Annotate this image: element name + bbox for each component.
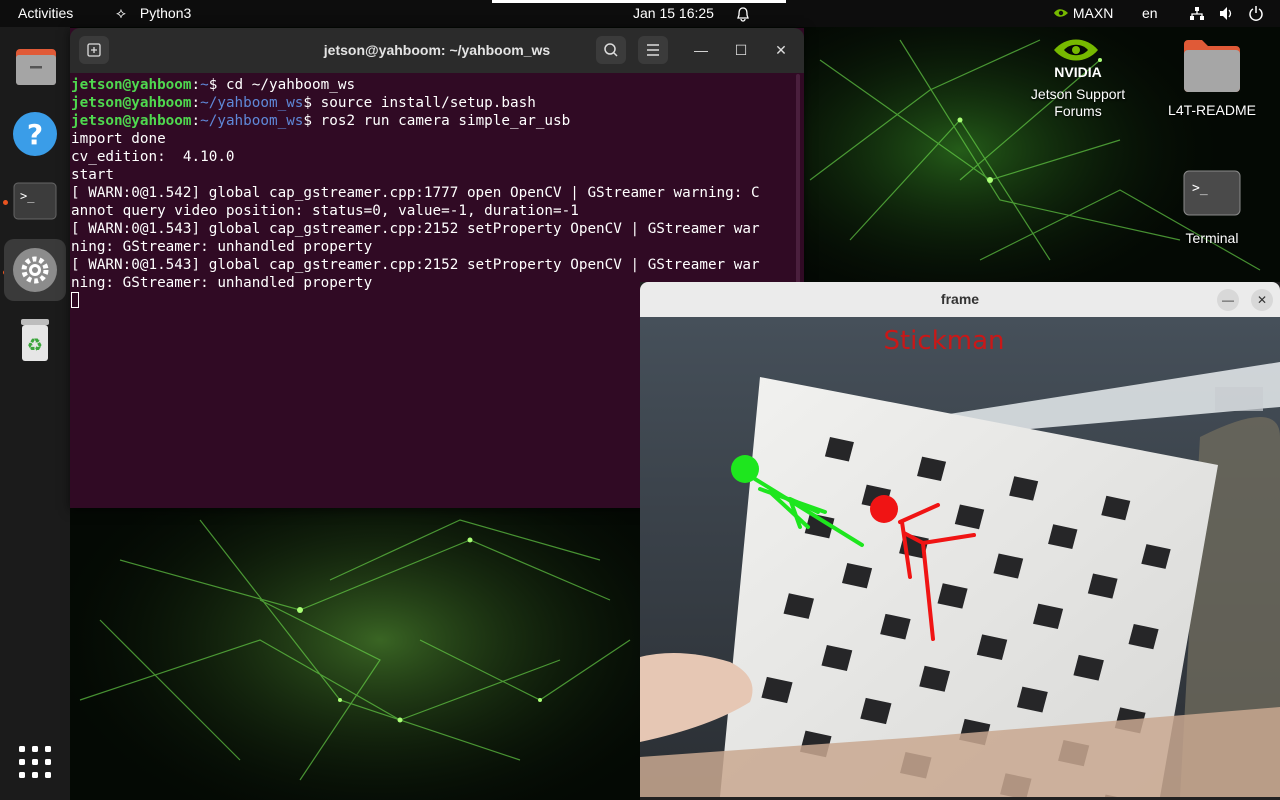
prompt-command: $ source install/setup.bash bbox=[303, 95, 536, 111]
prompt-user: jetson@yahboom bbox=[71, 77, 192, 93]
prompt-colon: : bbox=[191, 113, 201, 129]
frame-window[interactable]: frame — ✕ Stickman bbox=[640, 282, 1280, 800]
terminal-icon: >_ bbox=[1183, 170, 1241, 216]
maximize-button[interactable]: ☐ bbox=[731, 40, 751, 60]
terminal-line: ning: GStreamer: unhandled property bbox=[71, 239, 373, 255]
terminal-headerbar[interactable]: jetson@yahboom: ~/yahboom_ws — ☐ ✕ bbox=[70, 28, 804, 73]
forums-label-line2: Forums bbox=[1054, 103, 1102, 119]
search-icon bbox=[604, 43, 618, 57]
terminal-output[interactable]: jetson@yahboom:~$ cd ~/yahboom_ws jetson@… bbox=[71, 76, 801, 310]
language-indicator[interactable]: en bbox=[1142, 0, 1158, 27]
trash-app[interactable]: ♻ bbox=[4, 309, 66, 371]
svg-text:♻: ♻ bbox=[27, 335, 43, 356]
prompt-path: ~ bbox=[200, 77, 209, 93]
app-menu-label: Python3 bbox=[139, 5, 192, 21]
terminal-line: cv_edition: 4.10.0 bbox=[71, 149, 235, 165]
terminal-line: jetson@yahboom:~/yahboom_ws$ ros2 run ca… bbox=[71, 112, 801, 130]
wall-sign bbox=[1215, 387, 1263, 411]
nvidia-logo-icon: NVIDIA bbox=[1054, 39, 1102, 80]
stickman-label: Stickman bbox=[883, 326, 1004, 356]
folder-icon bbox=[1184, 40, 1240, 92]
nvidia-small-icon bbox=[1054, 9, 1068, 17]
files-app[interactable] bbox=[4, 36, 66, 98]
terminal-line: annot query video position: status=0, va… bbox=[71, 203, 579, 219]
clock[interactable]: Jan 15 16:25 bbox=[633, 0, 714, 27]
power-mode-label: MAXN bbox=[1072, 5, 1114, 21]
power-mode-indicator[interactable]: MAXN bbox=[1053, 0, 1113, 27]
svg-text:?: ? bbox=[27, 118, 43, 151]
forums-label-line1: Jetson Support bbox=[1030, 86, 1126, 102]
svg-text:>_: >_ bbox=[20, 189, 35, 203]
terminal-line: [ WARN:0@1.542] global cap_gstreamer.cpp… bbox=[71, 185, 760, 201]
close-icon: ✕ bbox=[1256, 293, 1268, 307]
desktop-icon-jetson-forums[interactable]: NVIDIA bbox=[1040, 34, 1116, 80]
prompt-user: jetson@yahboom bbox=[71, 95, 192, 111]
maximize-icon: ☐ bbox=[734, 42, 748, 58]
red-stickman-head bbox=[870, 495, 898, 523]
prompt-colon: : bbox=[191, 95, 201, 111]
frame-headerbar[interactable]: frame — ✕ bbox=[640, 282, 1280, 317]
desktop-icon-label-l4t[interactable]: L4T-README bbox=[1152, 102, 1272, 119]
camera-feed: Stickman bbox=[640, 317, 1280, 797]
volume-icon[interactable] bbox=[1218, 0, 1234, 27]
prompt-colon: : bbox=[191, 77, 201, 93]
apps-grid-icon bbox=[19, 746, 51, 778]
terminal-line: jetson@yahboom:~$ cd ~/yahboom_ws bbox=[71, 76, 801, 94]
settings-icon bbox=[13, 248, 57, 292]
notification-bell-icon[interactable] bbox=[735, 0, 751, 27]
top-bar: Activities ⟡ Python3 Jan 15 16:25 MAXN e… bbox=[0, 0, 1280, 27]
prompt-command: $ cd ~/yahboom_ws bbox=[208, 77, 356, 93]
trash-icon: ♻ bbox=[21, 319, 49, 361]
terminal-icon: >_ bbox=[13, 182, 57, 220]
frame-close-button[interactable]: ✕ bbox=[1251, 289, 1273, 311]
help-app[interactable]: ? bbox=[4, 103, 66, 165]
desktop-icon-terminal[interactable]: >_ bbox=[1182, 168, 1242, 218]
dock: ? >_ ♻ bbox=[0, 27, 70, 800]
app-menu[interactable]: ⟡ Python3 bbox=[116, 0, 191, 27]
power-icon[interactable] bbox=[1248, 0, 1264, 27]
terminal-app[interactable]: >_ bbox=[4, 170, 66, 232]
show-applications-button[interactable] bbox=[18, 745, 52, 779]
desktop-icon-label-forums[interactable]: Jetson Support Forums bbox=[1018, 86, 1138, 120]
activities-button[interactable]: Activities bbox=[18, 0, 73, 27]
terminal-line: import done bbox=[71, 131, 166, 147]
close-button[interactable]: ✕ bbox=[771, 40, 791, 60]
frame-minimize-button[interactable]: — bbox=[1217, 289, 1239, 311]
menu-button[interactable] bbox=[638, 36, 668, 64]
terminal-line: start bbox=[71, 167, 115, 183]
minimize-icon: — bbox=[694, 42, 708, 58]
prompt-user: jetson@yahboom bbox=[71, 113, 192, 129]
network-icon[interactable] bbox=[1189, 0, 1205, 27]
files-icon bbox=[16, 49, 56, 85]
terminal-line: [ WARN:0@1.543] global cap_gstreamer.cpp… bbox=[71, 257, 760, 273]
close-icon: ✕ bbox=[775, 42, 787, 58]
prompt-command: $ ros2 run camera simple_ar_usb bbox=[303, 113, 571, 129]
desktop-icon-label-terminal[interactable]: Terminal bbox=[1152, 230, 1272, 247]
prompt-path: ~/yahboom_ws bbox=[200, 95, 304, 111]
prompt-path: ~/yahboom_ws bbox=[200, 113, 304, 129]
terminal-cursor bbox=[71, 292, 79, 308]
settings-app[interactable] bbox=[4, 239, 66, 301]
help-icon: ? bbox=[13, 112, 57, 156]
minimize-icon: — bbox=[1222, 293, 1234, 307]
terminal-line: jetson@yahboom:~/yahboom_ws$ source inst… bbox=[71, 94, 801, 112]
search-button[interactable] bbox=[596, 36, 626, 64]
terminal-line: [ WARN:0@1.543] global cap_gstreamer.cpp… bbox=[71, 221, 760, 237]
svg-text:>_: >_ bbox=[1192, 181, 1208, 196]
desktop-icon-l4t-readme[interactable] bbox=[1182, 38, 1242, 94]
nvidia-wordmark: NVIDIA bbox=[1054, 64, 1101, 80]
frame-title: frame bbox=[940, 291, 980, 307]
minimize-button[interactable]: — bbox=[691, 40, 711, 60]
hamburger-menu-icon bbox=[647, 44, 659, 56]
python-app-icon: ⟡ bbox=[116, 5, 126, 22]
